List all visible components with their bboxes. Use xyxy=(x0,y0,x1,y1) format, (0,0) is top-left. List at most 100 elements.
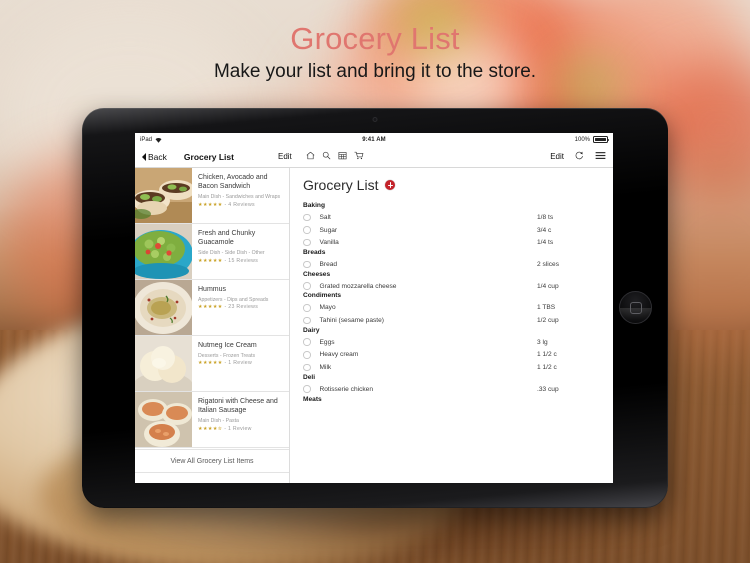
hamburger-menu-icon[interactable] xyxy=(595,151,606,162)
grocery-item-name: Heavy cream xyxy=(319,351,359,359)
recipe-stars: ★★★★★ xyxy=(198,201,223,208)
grocery-item-quantity: 3 lg xyxy=(537,338,548,346)
home-button-square-icon xyxy=(629,301,642,314)
recipe-list-panel: Chicken, Avocado and Bacon Sandwich Main… xyxy=(135,168,290,483)
recipe-rating: ★★★★★ - 4 Reviews xyxy=(198,202,284,208)
recipe-rating: ★★★★★ - 23 Reviews xyxy=(198,304,268,310)
grocery-item-name: Grated mozzarella cheese xyxy=(319,282,397,290)
category-header: Dairy xyxy=(303,326,320,334)
grocery-item-quantity: 1 TBS xyxy=(537,304,556,312)
grocery-item[interactable]: Sugar 3/4 c xyxy=(303,224,599,237)
checkbox-circle-icon[interactable] xyxy=(303,238,311,247)
recipe-thumbnail xyxy=(135,168,192,223)
home-icon[interactable] xyxy=(306,151,315,162)
grocery-item-name: Sugar xyxy=(319,226,338,234)
category-header: Breads xyxy=(303,249,326,257)
recipe-name: Hummus xyxy=(198,286,227,293)
checkbox-circle-icon[interactable] xyxy=(303,363,311,372)
edit-button-left[interactable]: Edit xyxy=(278,152,292,161)
recipe-rating: ★★★★★ - 1 Review xyxy=(198,360,257,366)
search-icon[interactable] xyxy=(322,151,331,162)
recipe-reviews: - 1 Review xyxy=(224,360,253,367)
add-item-button[interactable] xyxy=(385,180,396,190)
recipe-category: Main Dish - Sandwiches and Wraps xyxy=(198,194,281,201)
grocery-item-name: Milk xyxy=(319,364,332,372)
edit-button-right[interactable]: Edit xyxy=(550,152,564,161)
grocery-item[interactable]: Vanilla 1/4 ts xyxy=(303,236,599,249)
grocery-item-quantity: 1/4 cup xyxy=(537,282,559,290)
page-title: Grocery List xyxy=(290,21,460,56)
recipe-name: Nutmeg Ice Cream xyxy=(198,342,257,349)
checkbox-circle-icon[interactable] xyxy=(303,338,311,346)
checkbox-circle-icon[interactable] xyxy=(303,282,311,290)
grocery-item[interactable]: Tahini (sesame paste) 1/2 cup xyxy=(303,314,599,327)
recipe-thumbnail xyxy=(135,280,192,335)
recipe-thumbnail xyxy=(135,224,192,279)
home-button[interactable] xyxy=(619,291,652,324)
status-bar: iPad 9:41 AM 100% xyxy=(135,133,613,146)
checkbox-circle-icon[interactable] xyxy=(303,260,311,269)
grocery-item[interactable]: Mayo 1 TBS xyxy=(303,301,599,314)
page-subtitle: Make your list and bring it to the store… xyxy=(213,61,537,83)
app-navigation-bar: Back Grocery List Edit Edit xyxy=(135,146,613,168)
category-header: Meats xyxy=(303,395,322,403)
list-item[interactable]: Nutmeg Ice Cream Desserts - Frozen Treat… xyxy=(135,336,289,392)
checkbox-circle-icon[interactable] xyxy=(303,385,311,393)
view-all-grocery-list-items-button[interactable]: View All Grocery List Items xyxy=(135,449,289,473)
checkbox-circle-icon[interactable] xyxy=(303,304,311,312)
status-time: 9:41 AM xyxy=(362,136,386,143)
recipe-category: Appetizers - Dips and Spreads xyxy=(198,296,269,303)
status-battery-percent: 100% xyxy=(574,136,590,143)
recipe-name: Rigatoni with Cheese and Italian Sausage xyxy=(198,398,278,415)
recipe-stars: ★★★★★ xyxy=(198,360,223,367)
grocery-item-quantity: 1/2 cup xyxy=(537,316,559,324)
recipe-stars: ★★★★★ xyxy=(198,257,223,264)
grocery-item[interactable]: Bread 2 slices xyxy=(303,258,599,271)
ipad-device: iPad 9:41 AM 100% Back Grocery List Edit… xyxy=(82,108,668,508)
grocery-category-dairy: Dairy Eggs 3 lg Heavy cream 1 1/2 c Milk… xyxy=(303,327,599,374)
grocery-item[interactable]: Milk 1 1/2 c xyxy=(303,361,599,374)
grocery-item-quantity: 3/4 c xyxy=(537,226,552,234)
checkbox-circle-icon[interactable] xyxy=(303,226,311,234)
recipe-stars: ★★★★★ xyxy=(198,304,223,311)
list-item[interactable]: Fresh and Chunky Guacamole Side Dish - S… xyxy=(135,224,289,280)
grocery-list-header: Grocery List xyxy=(303,177,599,193)
grocery-item[interactable]: Rotisserie chicken .33 cup xyxy=(303,383,599,396)
shopping-cart-icon[interactable] xyxy=(354,151,364,162)
list-item[interactable]: Hummus Appetizers - Dips and Spreads ★★★… xyxy=(135,280,289,336)
recipe-name: Chicken, Avocado and Bacon Sandwich xyxy=(198,174,268,191)
grocery-item[interactable]: Salt 1/8 ts xyxy=(303,211,599,224)
recipe-rating: ★★★★✮ - 1 Review xyxy=(198,426,284,432)
category-header: Cheeses xyxy=(303,270,331,278)
list-item[interactable]: Rigatoni with Cheese and Italian Sausage… xyxy=(135,392,289,448)
grocery-item-quantity: 1/4 ts xyxy=(537,239,554,247)
checkbox-circle-icon[interactable] xyxy=(303,351,311,359)
calendar-icon[interactable] xyxy=(338,151,347,162)
recipe-category: Side Dish - Side Dish - Other xyxy=(198,250,265,257)
grocery-item[interactable]: Heavy cream 1 1/2 c xyxy=(303,349,599,362)
recipe-reviews: - 4 Reviews xyxy=(224,201,255,208)
ipad-screen: iPad 9:41 AM 100% Back Grocery List Edit… xyxy=(135,133,613,483)
grocery-item[interactable]: Grated mozzarella cheese 1/4 cup xyxy=(303,280,599,293)
recipe-reviews: - 1 Review xyxy=(224,425,252,432)
recipe-name: Fresh and Chunky Guacamole xyxy=(198,230,256,247)
recipe-reviews: - 23 Reviews xyxy=(224,304,259,311)
recipe-thumbnail xyxy=(135,336,192,391)
list-item[interactable]: Chicken, Avocado and Bacon Sandwich Main… xyxy=(135,168,289,224)
checkbox-circle-icon[interactable] xyxy=(303,316,311,325)
grocery-item-quantity: 2 slices xyxy=(537,260,559,268)
grocery-item[interactable]: Eggs 3 lg xyxy=(303,336,599,349)
grocery-item-name: Vanilla xyxy=(319,239,339,247)
grocery-item-quantity: 1 1/2 c xyxy=(537,364,557,372)
refresh-icon[interactable] xyxy=(575,151,584,162)
app-root: Grocery List Make your list and bring it… xyxy=(0,0,750,563)
checkbox-circle-icon[interactable] xyxy=(303,213,311,222)
grocery-category-condiments: Condiments Mayo 1 TBS Tahini (sesame pas… xyxy=(303,292,599,326)
grocery-list-title: Grocery List xyxy=(303,177,379,193)
grocery-category-deli: Deli Rotisserie chicken .33 cup xyxy=(303,374,599,396)
recipe-category: Desserts - Frozen Treats xyxy=(198,352,256,359)
category-header: Condiments xyxy=(303,292,342,300)
grocery-category-baking: Baking Salt 1/8 ts Sugar 3/4 c Vanilla 1… xyxy=(303,202,599,249)
back-button[interactable]: Back xyxy=(142,152,167,162)
grocery-item-quantity: 1/8 ts xyxy=(537,213,554,221)
